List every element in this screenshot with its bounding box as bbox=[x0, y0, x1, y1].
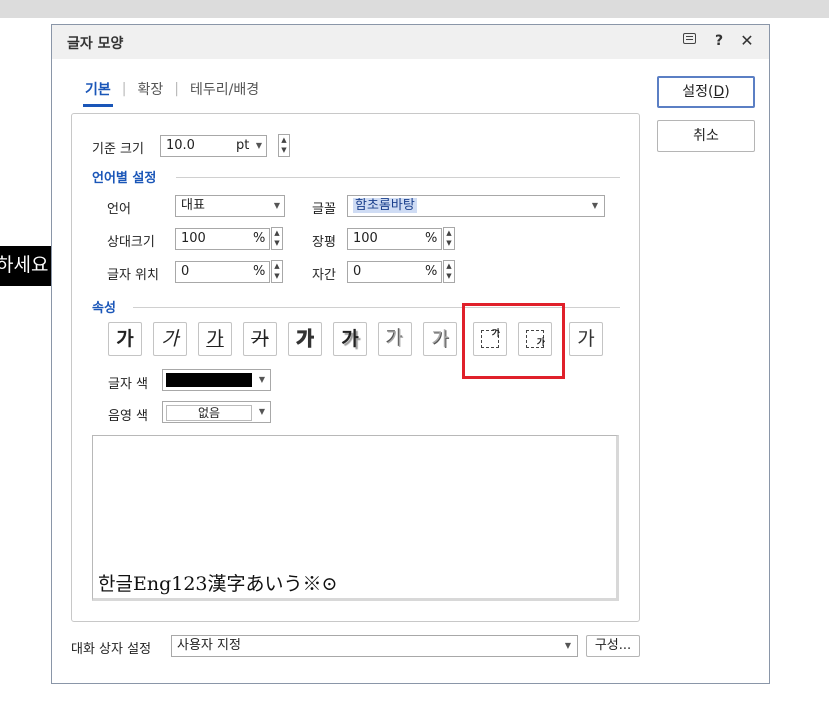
relative-size-stepper[interactable]: ▲ ▼ bbox=[271, 227, 283, 250]
ok-button[interactable]: 설정(D) bbox=[657, 76, 755, 108]
preview-text: 한글Eng123漢字あいう※⊙ bbox=[98, 573, 338, 595]
section-attributes-title: 속성 bbox=[92, 301, 116, 316]
tab-extended[interactable]: 확장 bbox=[135, 79, 165, 107]
close-icon[interactable]: ✕ bbox=[739, 33, 755, 49]
bold-icon: 가 bbox=[116, 328, 134, 350]
underline-button[interactable]: 가 bbox=[198, 322, 232, 356]
underline-icon: 가 bbox=[206, 328, 224, 350]
char-position-stepper[interactable]: ▲ ▼ bbox=[271, 260, 283, 283]
font-select[interactable]: 함초롬바탕 ▼ bbox=[347, 195, 605, 217]
language-select[interactable]: 대표 ▼ bbox=[175, 195, 285, 217]
emboss-button[interactable]: 가 bbox=[378, 322, 412, 356]
normal-icon: 가 bbox=[577, 328, 595, 350]
chevron-down-icon: ▼ bbox=[564, 641, 572, 650]
window-top-bar bbox=[0, 0, 829, 18]
tab-border-background[interactable]: 테두리/배경 bbox=[188, 79, 261, 107]
strikethrough-button[interactable]: 가 bbox=[243, 322, 277, 356]
base-size-stepper[interactable]: ▲ ▼ bbox=[278, 134, 290, 157]
char-position-input[interactable]: 0 % bbox=[175, 261, 270, 283]
engrave-button[interactable]: 가 bbox=[423, 322, 457, 356]
language-label: 언어 bbox=[107, 202, 131, 217]
chevron-down-icon: ▼ bbox=[258, 407, 266, 416]
config-button[interactable]: 구성... bbox=[586, 635, 640, 657]
width-ratio-label: 장평 bbox=[312, 235, 336, 250]
chevron-down-icon: ▼ bbox=[258, 375, 266, 384]
char-position-label: 글자 위치 bbox=[107, 268, 159, 283]
engrave-icon: 가 bbox=[431, 328, 449, 350]
shadow-icon: 가 bbox=[341, 328, 359, 350]
relative-size-label: 상대크기 bbox=[107, 235, 155, 250]
normal-button[interactable]: 가 bbox=[569, 322, 603, 356]
relative-size-input[interactable]: 100 % bbox=[175, 228, 270, 250]
document-text: 하세요 bbox=[0, 246, 55, 286]
outline-button[interactable]: 가 bbox=[288, 322, 322, 356]
width-ratio-stepper[interactable]: ▲ ▼ bbox=[443, 227, 455, 250]
dialog-title: 글자 모양 bbox=[67, 36, 124, 52]
chevron-down-icon: ▼ bbox=[591, 201, 599, 210]
outline-icon: 가 bbox=[296, 328, 315, 351]
italic-button[interactable]: 가 bbox=[153, 322, 187, 356]
char-spacing-input[interactable]: 0 % bbox=[347, 261, 442, 283]
char-shape-dialog: 글자 모양 ? ✕ 기본 | 확장 | 테두리/배경 기준 크기 10.0 pt… bbox=[51, 24, 770, 684]
highlight-box bbox=[462, 303, 565, 379]
shadow-button[interactable]: 가 bbox=[333, 322, 367, 356]
dialog-titlebar: 글자 모양 ? ✕ bbox=[52, 25, 769, 59]
emboss-icon: 가 bbox=[386, 328, 404, 350]
cancel-button[interactable]: 취소 bbox=[657, 120, 755, 152]
dialog-setting-select[interactable]: 사용자 지정 ▼ bbox=[171, 635, 578, 657]
base-size-label: 기준 크기 bbox=[92, 142, 144, 157]
strikethrough-icon: 가 bbox=[251, 328, 269, 350]
italic-icon: 가 bbox=[161, 328, 179, 350]
shade-color-label: 음영 색 bbox=[108, 409, 149, 424]
char-spacing-label: 자간 bbox=[312, 268, 336, 283]
dialog-setting-label: 대화 상자 설정 bbox=[71, 642, 152, 657]
text-color-select[interactable]: ▼ bbox=[162, 369, 271, 391]
chevron-down-icon: ▼ bbox=[255, 141, 263, 150]
shade-color-select[interactable]: 없음 ▼ bbox=[162, 401, 271, 423]
width-ratio-input[interactable]: 100 % bbox=[347, 228, 442, 250]
tab-bar: 기본 | 확장 | 테두리/배경 bbox=[83, 79, 261, 107]
base-size-input[interactable]: 10.0 pt ▼ bbox=[160, 135, 267, 157]
preview-box: 한글Eng123漢字あいう※⊙ bbox=[92, 435, 619, 601]
text-color-swatch bbox=[166, 373, 252, 387]
tab-basic[interactable]: 기본 bbox=[83, 79, 113, 107]
char-spacing-stepper[interactable]: ▲ ▼ bbox=[443, 260, 455, 283]
chevron-down-icon: ▼ bbox=[273, 201, 281, 210]
memo-icon[interactable] bbox=[683, 33, 699, 49]
help-icon[interactable]: ? bbox=[711, 33, 727, 49]
section-language-title: 언어별 설정 bbox=[92, 171, 157, 186]
bold-button[interactable]: 가 bbox=[108, 322, 142, 356]
text-color-label: 글자 색 bbox=[108, 377, 149, 392]
font-label: 글꼴 bbox=[312, 202, 336, 217]
